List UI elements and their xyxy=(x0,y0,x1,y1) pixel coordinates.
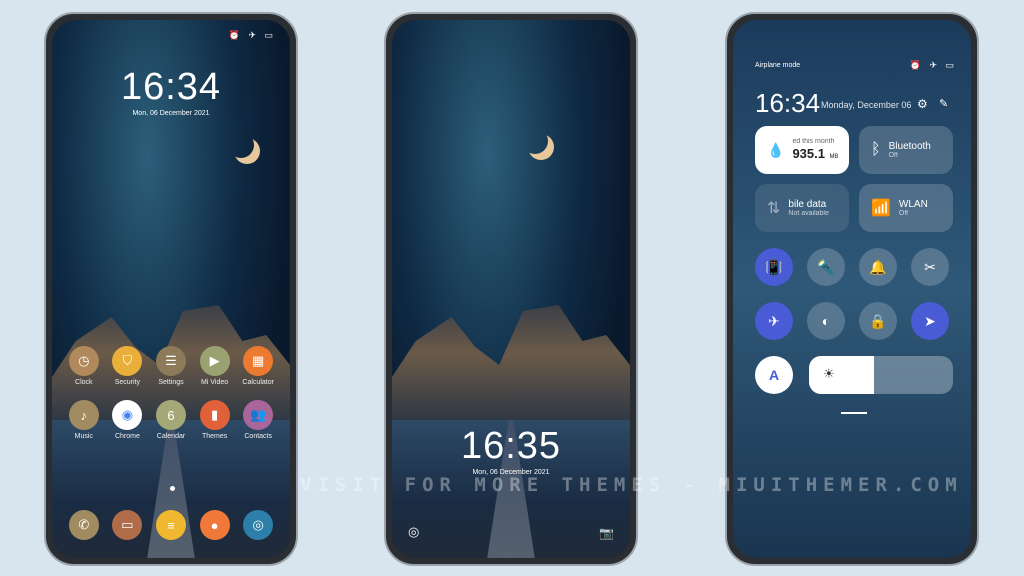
app-icon: ◉ xyxy=(112,400,143,430)
app-calendar[interactable]: 6 Calendar xyxy=(149,400,193,440)
app-icon: ☰ xyxy=(155,346,186,376)
page-indicator[interactable] xyxy=(170,486,175,491)
app-calculator[interactable]: ▦ Calculator xyxy=(236,346,280,386)
water-drop-icon: 💧 xyxy=(767,141,785,158)
app-icon: ▶ xyxy=(199,346,230,376)
sun-icon: ☀ xyxy=(823,366,835,381)
dock-icon: ▭ xyxy=(112,510,143,540)
mobile-data-icon: ⇅ xyxy=(767,200,781,217)
app-icon: ◷ xyxy=(68,346,99,376)
app-chrome[interactable]: ◉ Chrome xyxy=(106,400,150,440)
app-clock[interactable]: ◷ Clock xyxy=(62,346,106,386)
app-label: Security xyxy=(114,379,141,386)
handle-bar[interactable] xyxy=(841,412,867,414)
wlan-label: WLAN xyxy=(898,199,928,210)
watermark: VISIT FOR MORE THEMES - MIUITHEMER.COM xyxy=(300,474,963,496)
brightness-fill xyxy=(809,356,874,394)
dock-app[interactable]: ✆ xyxy=(62,510,106,540)
app-security[interactable]: ⛉ Security xyxy=(106,346,150,386)
app-settings[interactable]: ☰ Settings xyxy=(149,346,193,386)
app-label: Clock xyxy=(75,379,93,386)
bluetooth-label: Bluetooth xyxy=(888,141,931,152)
vibrate-toggle[interactable]: 📳 xyxy=(755,248,793,286)
app-label: Settings xyxy=(158,379,184,386)
app-label: Chrome xyxy=(114,433,140,440)
home-screen-phone: ⏰ ✈ ▭ 16:34 Mon, 06 December 2021 ◷ Clock… xyxy=(44,12,298,566)
app-label: Music xyxy=(74,433,93,440)
moon xyxy=(522,128,548,154)
data-usage-value: 935.1 xyxy=(792,145,825,161)
dock-app[interactable]: ≡ xyxy=(149,510,193,540)
wlan-tile[interactable]: 📶 WLAN Off xyxy=(859,184,953,232)
wallpaper-mountains xyxy=(392,305,630,425)
auto-brightness-button[interactable]: A xyxy=(755,356,793,394)
bell-toggle[interactable]: 🔔 xyxy=(859,248,897,286)
app-label: Mi Video xyxy=(201,379,229,386)
home-clock[interactable]: 16:34 xyxy=(52,66,290,109)
app-icon: ▮ xyxy=(199,400,230,430)
mobile-data-label: bile data xyxy=(788,199,827,210)
app-mi-video[interactable]: ▶ Mi Video xyxy=(193,346,237,386)
dock-icon: ≡ xyxy=(155,510,186,540)
data-usage-unit: MB xyxy=(829,153,839,160)
app-icon: ⛉ xyxy=(112,346,143,376)
app-label: Calendar xyxy=(156,433,186,440)
app-icon: ▦ xyxy=(243,346,274,376)
dock-app[interactable]: ● xyxy=(193,510,237,540)
screenshot-toggle[interactable]: ✂ xyxy=(911,248,949,286)
dock: ✆ ▭ ≡ ● ◎ xyxy=(62,510,280,540)
wlan-state: Off xyxy=(898,210,909,217)
dock-icon: ● xyxy=(199,510,230,540)
app-icon: 6 xyxy=(155,400,186,430)
dock-icon: ◎ xyxy=(243,510,274,540)
app-label: Calculator xyxy=(242,379,274,386)
app-label: Contacts xyxy=(244,433,272,440)
camera-icon[interactable]: 📷 xyxy=(599,526,614,540)
flashlight-toggle[interactable]: 🔦 xyxy=(807,248,845,286)
app-music[interactable]: ♪ Music xyxy=(62,400,106,440)
bluetooth-state: Off xyxy=(888,152,898,159)
mobile-data-state: Not available xyxy=(788,210,829,217)
data-usage-label: ed this month xyxy=(792,137,835,145)
airplane-mode-label: Airplane mode xyxy=(755,62,801,69)
edit-icon[interactable]: ✎ xyxy=(939,97,948,110)
dock-app[interactable]: ▭ xyxy=(106,510,150,540)
settings-icon[interactable]: ⚙ xyxy=(917,97,928,111)
bluetooth-icon: ᛒ xyxy=(871,141,881,158)
dock-app[interactable]: ◎ xyxy=(236,510,280,540)
moon xyxy=(228,132,254,158)
lock-clock: 16:35 xyxy=(460,425,562,467)
reading-mode-toggle[interactable]: ◐ xyxy=(807,302,845,340)
data-usage-tile[interactable]: 💧 ed this month 935.1 MB xyxy=(755,126,849,174)
app-grid: ◷ Clock ⛉ Security ☰ Settings ▶ Mi Video ▦ Calcul… xyxy=(62,346,280,440)
scan-icon[interactable]: ◎ xyxy=(408,524,419,540)
status-icons: ⏰ ✈ ▭ xyxy=(909,60,957,70)
status-icons: ⏰ ✈ ▭ xyxy=(228,30,276,40)
location-toggle[interactable]: ➤ xyxy=(911,302,949,340)
cc-clock: 16:34 xyxy=(755,88,821,118)
bluetooth-tile[interactable]: ᛒ Bluetooth Off xyxy=(859,126,953,174)
airplane-toggle[interactable]: ✈ xyxy=(755,302,793,340)
app-icon: ♪ xyxy=(68,400,99,430)
home-screen: ⏰ ✈ ▭ 16:34 Mon, 06 December 2021 ◷ Clock… xyxy=(52,20,290,558)
mobile-data-tile[interactable]: ⇅ bile data Not available xyxy=(755,184,849,232)
app-contacts[interactable]: 👥 Contacts xyxy=(236,400,280,440)
cc-date: Monday, December 06 xyxy=(821,100,912,110)
app-label: Themes xyxy=(201,433,228,440)
lock-toggle[interactable]: 🔒 xyxy=(859,302,897,340)
wifi-icon: 📶 xyxy=(871,200,891,217)
app-icon: 👥 xyxy=(243,400,274,430)
home-date: Mon, 06 December 2021 xyxy=(132,110,210,117)
dock-icon: ✆ xyxy=(68,510,99,540)
app-themes[interactable]: ▮ Themes xyxy=(193,400,237,440)
brightness-slider[interactable]: ☀ xyxy=(809,356,953,394)
